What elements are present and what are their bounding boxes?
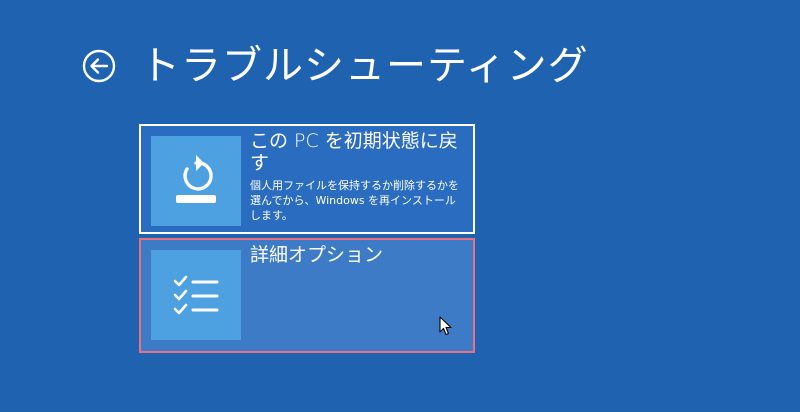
advanced-options-text: 詳細オプション [250, 244, 465, 266]
advanced-options-option[interactable]: 詳細オプション [139, 238, 475, 353]
reset-pc-title: この PC を初期状態に戻す [250, 130, 458, 174]
reset-pc-text: この PC を初期状態に戻す 個人用ファイルを保持するか削除するかを選んでから、… [250, 130, 465, 223]
back-button[interactable] [82, 49, 116, 83]
advanced-options-icon-box [151, 250, 241, 340]
reset-pc-icon [176, 155, 216, 203]
reset-pc-icon-box [151, 136, 241, 226]
page-title: トラブルシューティング [140, 43, 589, 89]
checklist-icon [173, 275, 219, 315]
header: トラブルシューティング [82, 34, 589, 98]
back-arrow-circle-icon [82, 49, 116, 83]
reset-pc-option[interactable]: この PC を初期状態に戻す 個人用ファイルを保持するか削除するかを選んでから、… [139, 124, 475, 234]
reset-pc-description: 個人用ファイルを保持するか削除するかを選んでから、Windows を再インストー… [250, 179, 459, 222]
mouse-cursor-icon [439, 316, 452, 336]
advanced-options-title: 詳細オプション [250, 244, 384, 266]
